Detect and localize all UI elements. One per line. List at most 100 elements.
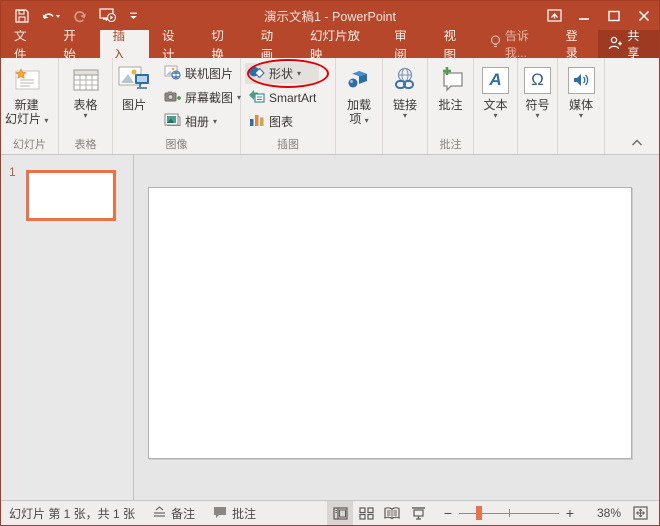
ribbon-group-tables: 表格 ▾ 表格 (59, 58, 113, 154)
media-button[interactable]: 媒体 ▾ (564, 60, 599, 120)
dropdown-icon: ▾ (365, 116, 369, 125)
slide-1[interactable] (148, 187, 632, 459)
customize-qat-icon[interactable] (125, 9, 142, 23)
addins-button[interactable]: 加载 项 ▾ (341, 60, 377, 126)
share-person-icon (608, 36, 622, 53)
maximize-button[interactable] (599, 1, 629, 30)
ribbon: 新建 幻灯片 ▾ 幻灯片 表格 ▾ 表格 (1, 58, 659, 155)
group-label-comments[interactable]: 批注 (428, 138, 473, 154)
normal-view-button[interactable] (327, 501, 353, 525)
dropdown-icon: ▾ (83, 112, 87, 120)
addins-icon (345, 62, 373, 98)
tab-insert[interactable]: 插入 (100, 30, 149, 58)
ribbon-group-images: 图片 联机图片 屏幕截图 ▾ 相册 ▾ (113, 58, 241, 154)
close-button[interactable] (629, 1, 659, 30)
group-label-symbols[interactable] (518, 138, 557, 154)
ribbon-group-comments: 批注 批注 (428, 58, 474, 154)
group-label-illustrations[interactable]: 插图 (241, 138, 335, 154)
group-label-addins[interactable] (336, 138, 382, 154)
new-comment-button[interactable]: 批注 (432, 60, 470, 112)
minimize-button[interactable] (569, 1, 599, 30)
slide-thumbnail-panel: 1 (1, 155, 134, 500)
links-label: 链接 (393, 98, 417, 112)
zoom-slider[interactable] (459, 501, 559, 525)
smartart-button[interactable]: SmartArt (245, 87, 319, 108)
chart-icon (248, 113, 265, 130)
slide-counter: 幻灯片 第 1 张，共 1 张 (9, 505, 135, 522)
tab-review[interactable]: 审阅 (381, 30, 430, 58)
picture-label: 图片 (122, 98, 146, 112)
zoom-level[interactable]: 38% (583, 506, 621, 520)
ribbon-group-illustrations: 形状 ▾ SmartArt 图表 插图 (241, 58, 336, 154)
zoom-in-button[interactable]: + (561, 501, 579, 525)
slideshow-view-button[interactable] (405, 501, 431, 525)
tab-home[interactable]: 开始 (50, 30, 99, 58)
chart-button[interactable]: 图表 (245, 111, 319, 132)
tab-animations[interactable]: 动画 (248, 30, 297, 58)
screenshot-button[interactable]: 屏幕截图 ▾ (161, 87, 244, 108)
group-label-slides[interactable]: 幻灯片 (1, 138, 58, 154)
group-label-tables[interactable]: 表格 (59, 138, 112, 154)
dropdown-icon: ▾ (493, 112, 497, 120)
tell-me-box[interactable]: 告诉我... (480, 30, 555, 58)
undo-icon[interactable] (37, 7, 65, 25)
zoom-slider-thumb[interactable] (476, 506, 482, 520)
dropdown-icon: ▾ (535, 112, 539, 120)
new-slide-label-line1: 新建 (15, 98, 39, 112)
picture-button[interactable]: 图片 (113, 60, 155, 112)
tab-view[interactable]: 视图 (431, 30, 480, 58)
slide-thumbnail[interactable] (26, 170, 116, 221)
shapes-icon (248, 65, 265, 82)
save-icon[interactable] (11, 7, 33, 25)
text-icon: A (482, 67, 509, 94)
tab-transitions[interactable]: 切换 (198, 30, 247, 58)
group-label-images[interactable]: 图像 (113, 138, 240, 154)
slide-editor-canvas (134, 155, 659, 500)
group-label-links[interactable] (383, 138, 427, 154)
start-slideshow-icon[interactable] (95, 6, 121, 25)
ribbon-display-options-icon[interactable] (539, 1, 569, 30)
photo-album-button[interactable]: 相册 ▾ (161, 111, 244, 132)
group-label-text[interactable] (474, 138, 517, 154)
tab-bar-right: 告诉我... 登录 共享 (480, 30, 659, 58)
online-pictures-label: 联机图片 (185, 65, 233, 82)
notes-icon (153, 506, 166, 521)
tab-design[interactable]: 设计 (149, 30, 198, 58)
tab-file[interactable]: 文件 (1, 30, 50, 58)
table-label: 表格 (73, 98, 97, 112)
media-speaker-icon (568, 67, 595, 94)
powerpoint-window: 演示文稿1 - PowerPoint 文件 开始 插入 设计 切换 动画 幻灯片… (0, 0, 660, 526)
ribbon-group-slides: 新建 幻灯片 ▾ 幻灯片 (1, 58, 59, 154)
new-slide-icon (12, 62, 42, 98)
smartart-icon (248, 89, 265, 106)
group-label-media[interactable] (558, 138, 604, 154)
online-pictures-button[interactable]: 联机图片 (161, 63, 244, 84)
slide-sorter-view-button[interactable] (353, 501, 379, 525)
notes-toggle[interactable]: 备注 (153, 505, 195, 522)
ribbon-group-addins: 加载 项 ▾ (336, 58, 383, 154)
new-slide-button[interactable]: 新建 幻灯片 ▾ (1, 60, 52, 126)
zoom-out-button[interactable]: − (439, 501, 457, 525)
sign-in-button[interactable]: 登录 (555, 30, 599, 58)
shapes-label: 形状 (269, 65, 293, 82)
photo-album-label: 相册 (185, 113, 209, 130)
reading-view-button[interactable] (379, 501, 405, 525)
comments-toggle[interactable]: 批注 (213, 505, 256, 522)
fit-slide-to-window-button[interactable] (627, 501, 653, 525)
tab-slideshow[interactable]: 幻灯片放映 (297, 30, 381, 58)
ribbon-group-symbols: Ω 符号 ▾ (518, 58, 558, 154)
text-label: 文本 (483, 98, 507, 112)
addins-label-line2: 项 (349, 112, 361, 126)
collapse-ribbon-icon[interactable] (631, 136, 643, 150)
text-box-button[interactable]: A 文本 ▾ (478, 60, 513, 120)
notes-label: 备注 (171, 505, 195, 522)
table-button[interactable]: 表格 ▾ (67, 60, 105, 120)
share-button[interactable]: 共享 (598, 30, 659, 58)
symbol-button[interactable]: Ω 符号 ▾ (520, 60, 555, 120)
dropdown-icon: ▾ (44, 116, 48, 125)
shapes-button[interactable]: 形状 ▾ (245, 63, 319, 84)
comments-label: 批注 (232, 505, 256, 522)
addins-label-line1: 加载 (347, 98, 371, 112)
photo-album-icon (164, 113, 181, 130)
links-button[interactable]: 链接 ▾ (388, 60, 422, 120)
